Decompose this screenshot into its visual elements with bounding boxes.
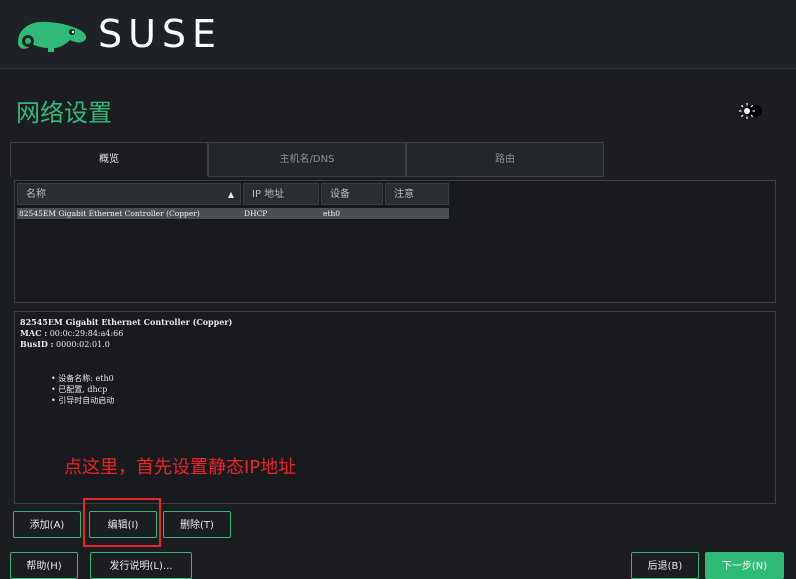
tab-routing[interactable]: 路由 [406,142,604,177]
tab-hostname-dns[interactable]: 主机名/DNS [208,142,406,177]
add-button[interactable]: 添加(A) [13,511,81,538]
cell-device: eth0 [323,209,341,218]
annotation-text: 点这里，首先设置静态IP地址 [64,457,297,478]
device-table: 名称 ▲ IP 地址 设备 注意 82545EM Gigabit Etherne… [14,180,776,303]
details-title: 82545EM Gigabit Ethernet Controller (Cop… [20,317,233,327]
detail-bullet: • 设备名称: eth0 [51,374,114,383]
busid-label: BusID : [20,339,54,349]
column-header-name[interactable]: 名称 ▲ [17,183,241,205]
busid-value: 0000:02:01.0 [56,340,110,349]
cell-name: 82545EM Gigabit Ethernet Controller (Cop… [19,209,200,218]
column-header-label: 名称 [26,189,46,200]
edit-button[interactable]: 编辑(I) [89,511,157,538]
top-header: SUSE [0,0,796,69]
mac-line: MAC : 00:0c:29:84:a4:66 [20,328,123,338]
mac-label: MAC : [20,328,48,338]
delete-button[interactable]: 删除(T) [163,511,231,538]
column-header-device[interactable]: 设备 [321,183,383,205]
brand-name: SUSE [98,12,223,56]
page-title: 网络设置 [16,99,112,127]
detail-bullet: • 已配置, dhcp [51,385,108,394]
column-header-note[interactable]: 注意 [385,183,449,205]
column-header-ip[interactable]: IP 地址 [243,183,319,205]
sun-toggle-icon[interactable] [738,102,764,120]
busid-line: BusID : 0000:02:01.0 [20,339,110,349]
mac-value: 00:0c:29:84:a4:66 [49,329,124,338]
table-row[interactable]: 82545EM Gigabit Ethernet Controller (Cop… [17,208,449,219]
sort-ascending-icon: ▲ [227,190,234,199]
tab-overview[interactable]: 概览 [10,142,208,177]
chameleon-logo-icon [18,21,87,52]
detail-bullet: • 引导时自动启动 [51,396,115,405]
cell-ip: DHCP [244,209,268,218]
